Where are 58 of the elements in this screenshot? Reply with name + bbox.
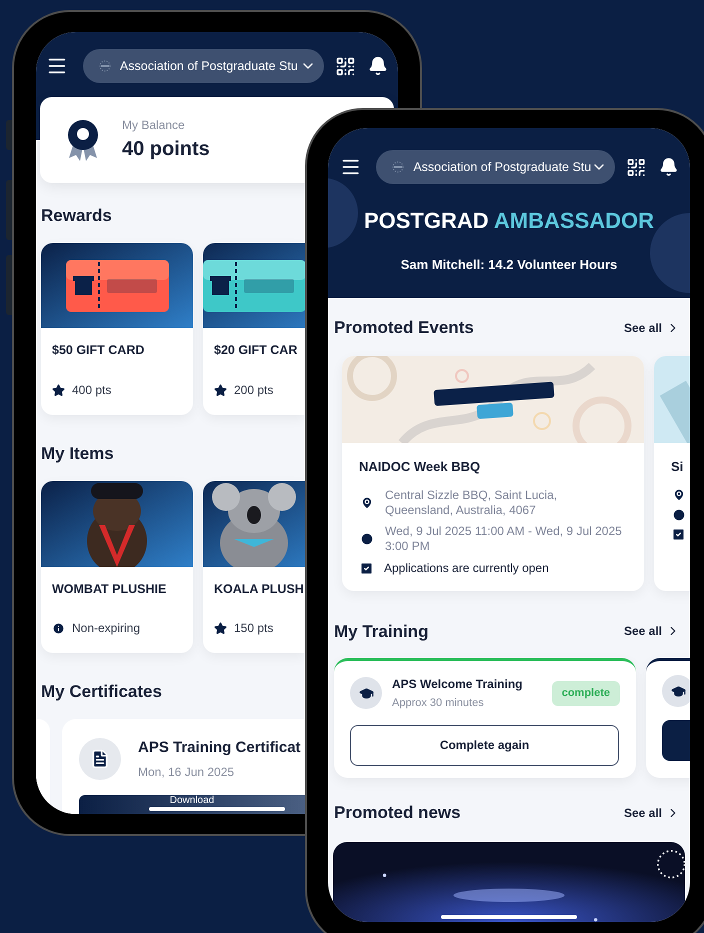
hero-title: POSTGRAD AMBASSADOR (364, 208, 654, 233)
info-icon (52, 622, 65, 634)
see-all-link[interactable]: See all (624, 622, 680, 640)
section-heading: Promoted Events (334, 317, 474, 339)
balance-label: My Balance (122, 117, 186, 134)
volunteer-hours: Sam Mitchell: 14.2 Volunteer Hours (400, 257, 618, 272)
balance-value: 40 points (122, 137, 210, 162)
training-duration: Approx 30 minutes (392, 696, 485, 711)
bell-icon[interactable] (658, 157, 678, 177)
item-card[interactable]: KOALA PLUSH 150 pts (203, 481, 305, 653)
event-status: Applications are currently open (384, 560, 549, 577)
training-button[interactable]: Complete again (350, 724, 619, 766)
star-icon (52, 384, 65, 396)
qr-code-icon[interactable] (335, 56, 356, 76)
bell-icon[interactable] (368, 56, 388, 76)
event-title: NAIDOC Week BBQ (358, 458, 482, 476)
card-meta: 400 pts (72, 382, 112, 399)
card-meta: 200 pts (234, 382, 274, 399)
item-card[interactable]: $50 GIFT CARD 400 pts (41, 243, 193, 415)
certificate-title: APS Training Certificat (138, 738, 301, 758)
event-location: Central Sizzle BBQ, Saint Lucia, Queensland, Australia, 4067 (385, 488, 558, 518)
see-all-link[interactable]: See all (624, 804, 680, 822)
card-meta: Non-expiring (72, 620, 140, 637)
see-all-link[interactable]: See all (624, 318, 680, 337)
card-title: $20 GIFT CAR (213, 342, 298, 359)
item-card[interactable]: WOMBAT PLUSHIE Non-expiring (41, 481, 193, 653)
file-icon (90, 748, 110, 769)
card-title: WOMBAT PLUSHIE (51, 581, 168, 598)
organization-name: Association of Postgraduate Stu (413, 158, 592, 176)
section-heading: My Certificates (41, 682, 162, 701)
certificate-card[interactable]: APS Training Certificat Mon, 16 Jun 2025 Download (62, 719, 305, 814)
map-pin-icon (360, 496, 374, 510)
card-title: KOALA PLUSH (213, 581, 305, 598)
organization-dropdown[interactable]: Association of Postgraduate Stu (82, 49, 324, 83)
section-heading: Promoted news (334, 802, 461, 824)
training-title: APS Welcome Training (392, 676, 522, 693)
section-heading: My Training (334, 620, 428, 643)
event-card[interactable]: NAIDOC Week BBQ Central Sizzle BBQ, Saint Lucia, Queensland, Australia, 4067 Wed, 9 Jul 2025 11:00 AM - Wed, 9 Jul 2025 3:00 PM Applications are currently open (342, 356, 644, 590)
item-card[interactable]: $20 GIFT CAR 200 pts (203, 243, 305, 415)
training-card[interactable]: APS Welcome Training Approx 30 minutes complete Complete again (334, 658, 636, 778)
organization-name: Association of Postgraduate Stu (120, 58, 298, 75)
organization-dropdown[interactable]: Association of Postgraduate Stu (376, 150, 616, 184)
map-pin-icon (672, 488, 686, 502)
qr-code-icon[interactable] (626, 156, 647, 178)
graduation-cap-icon (670, 684, 686, 698)
event-card[interactable]: Si (654, 356, 690, 590)
graduation-cap-icon (358, 686, 374, 701)
certificate-date: Mon, 16 Jun 2025 (138, 764, 236, 780)
star-icon (214, 622, 227, 634)
award-icon (66, 118, 100, 162)
card-title: $50 GIFT CARD (51, 342, 146, 359)
event-time: Wed, 9 Jul 2025 11:00 AM - Wed, 9 Jul 2025 3:00 PM (385, 524, 623, 554)
status-badge: complete (552, 681, 620, 706)
event-title: Si (670, 458, 684, 476)
section-heading: My Items (41, 444, 114, 463)
section-heading: Rewards (41, 206, 112, 225)
star-icon (214, 384, 227, 396)
card-meta: 150 pts (234, 620, 274, 637)
